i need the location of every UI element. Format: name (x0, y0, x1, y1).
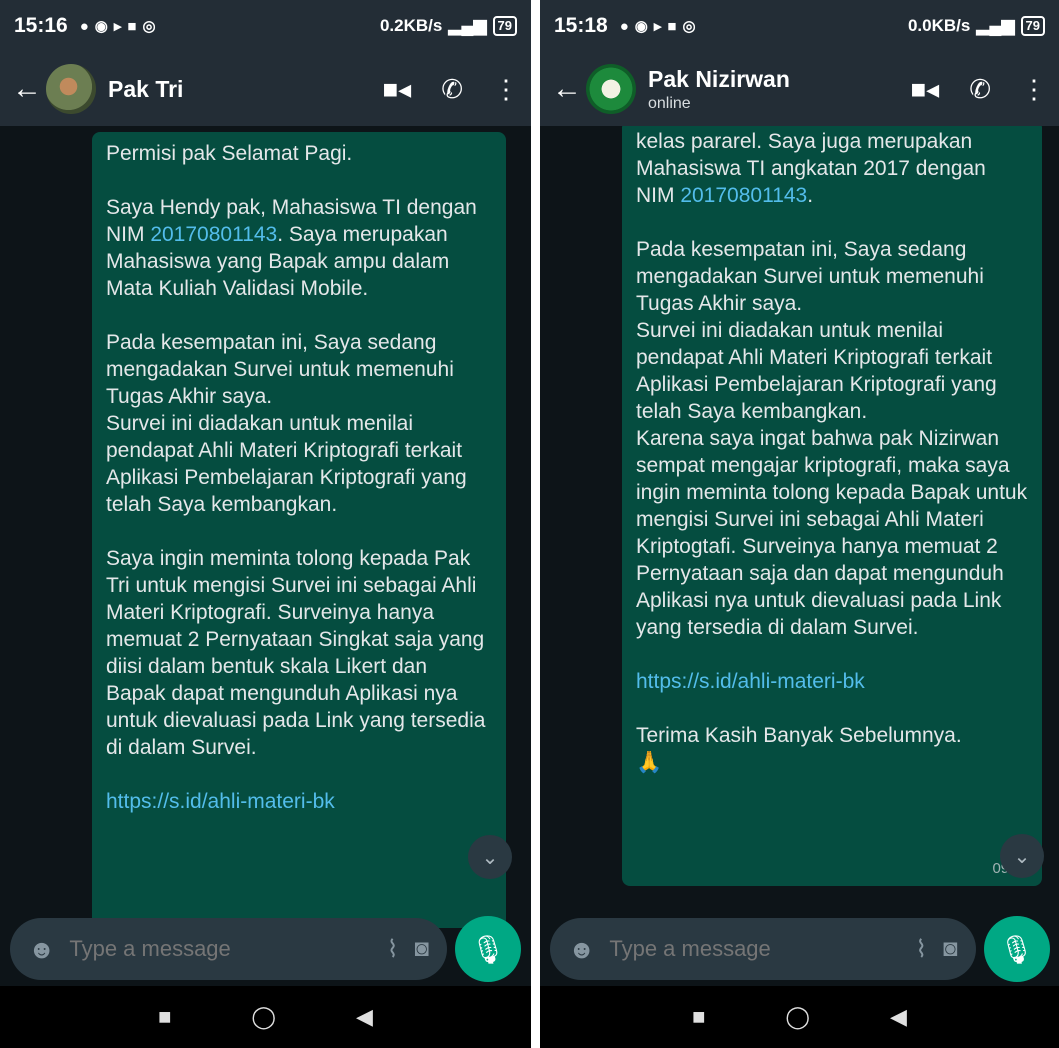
chat-header: ← Pak Nizirwan online ■◂ ✆ ⋮ (540, 52, 1059, 126)
notification-icon: ■ (127, 17, 137, 35)
phone-icon[interactable]: ✆ (969, 74, 991, 105)
message-input-box[interactable]: ☻ ⌇ ◙ (550, 918, 976, 980)
chat-header: ← Pak Tri ■◂ ✆ ⋮ (0, 52, 531, 126)
nim-link[interactable]: 20170801143 (680, 184, 807, 207)
status-bar: 15:18 ● ◉ ▸ ■ ◎ 0.0KB/s ▂▄▆ 79 (540, 0, 1059, 52)
paperclip-icon[interactable]: ⌇ (387, 935, 399, 964)
contact-info[interactable]: Pak Tri (108, 76, 183, 103)
avatar[interactable] (586, 64, 636, 114)
right-phone-screen: 15:18 ● ◉ ▸ ■ ◎ 0.0KB/s ▂▄▆ 79 ← Pak Niz… (540, 0, 1059, 1048)
contact-info[interactable]: Pak Nizirwan online (648, 66, 790, 113)
message-bubble[interactable]: Permisi pak Selamat Pagi. Saya Hendy pak… (92, 132, 506, 928)
back-nav-icon[interactable]: ◀ (356, 1004, 373, 1030)
folded-hands-emoji: 🙏 (636, 751, 663, 774)
nim-link[interactable]: 20170801143 (150, 223, 277, 246)
contact-name: Pak Tri (108, 75, 184, 102)
home-icon[interactable]: ◯ (785, 1004, 810, 1030)
microphone-icon[interactable]: 🎙 (455, 916, 521, 982)
avatar[interactable] (46, 64, 96, 114)
network-speed: 0.2KB/s (379, 16, 443, 35)
emoji-icon[interactable]: ☻ (568, 934, 595, 965)
chevron-double-down-icon[interactable]: ⌄ (468, 835, 512, 879)
signal-icon: ▂▄▆ (448, 16, 487, 35)
message-input[interactable] (67, 935, 371, 963)
chat-area[interactable]: kelas pararel. Saya juga merupakan Mahas… (540, 126, 1059, 928)
more-vert-icon[interactable]: ⋮ (1021, 74, 1047, 105)
video-camera-icon[interactable]: ■◂ (382, 74, 411, 105)
notification-icon: ● (79, 17, 89, 35)
status-bar: 15:16 ● ◉ ▸ ■ ◎ 0.2KB/s ▂▄▆ 79 (0, 0, 531, 52)
message-link[interactable]: https://s.id/ahli-materi-bk (106, 788, 492, 815)
home-icon[interactable]: ◯ (251, 1004, 276, 1030)
chat-area[interactable]: Permisi pak Selamat Pagi. Saya Hendy pak… (0, 126, 531, 928)
notification-icons: ● ◉ ▸ ■ ◎ (79, 17, 156, 36)
contact-name: Pak Nizirwan (648, 65, 790, 92)
message-paragraph: Saya ingin meminta tolong kepada Pak Tri… (106, 547, 486, 759)
battery-icon: 79 (492, 16, 517, 36)
message-input[interactable] (607, 935, 900, 963)
notification-icons: ● ◉ ▸ ■ ◎ (619, 17, 696, 36)
notification-icon: ◎ (142, 18, 156, 35)
notification-icon: ◉ (94, 18, 108, 35)
left-phone-screen: 15:16 ● ◉ ▸ ■ ◎ 0.2KB/s ▂▄▆ 79 ← Pak Tri… (0, 0, 531, 1048)
status-time: 15:16 (14, 14, 68, 37)
microphone-icon[interactable]: 🎙 (983, 916, 1050, 982)
message-paragraph: Pada kesempatan ini, Saya sedang mengada… (106, 331, 467, 516)
message-paragraph: Pada kesempatan ini, Saya sedang mengada… (636, 238, 1028, 639)
signal-icon: ▂▄▆ (976, 16, 1015, 35)
chevron-double-down-icon[interactable]: ⌄ (1000, 834, 1044, 878)
message-bubble[interactable]: kelas pararel. Saya juga merupakan Mahas… (622, 126, 1042, 886)
phone-icon[interactable]: ✆ (441, 74, 463, 105)
more-vert-icon[interactable]: ⋮ (493, 74, 519, 105)
arrow-left-icon[interactable]: ← (12, 72, 42, 106)
status-time: 15:18 (554, 14, 608, 37)
notification-icon: ◉ (634, 18, 648, 35)
message-paragraph: kelas pararel. Saya juga merupakan Mahas… (636, 130, 986, 207)
video-camera-icon[interactable]: ■◂ (910, 74, 939, 105)
android-nav-bar: ■ ◯ ◀ (0, 986, 531, 1048)
notification-icon: ▸ (653, 18, 662, 35)
android-nav-bar: ■ ◯ ◀ (540, 986, 1059, 1048)
contact-status: online (648, 94, 691, 112)
message-composer: ☻ ⌇ ◙ 🎙 (540, 912, 1059, 986)
camera-icon[interactable]: ◙ (415, 935, 430, 963)
network-speed: 0.0KB/s (907, 16, 971, 35)
message-link[interactable]: https://s.id/ahli-materi-bk (636, 668, 1028, 695)
arrow-left-icon[interactable]: ← (552, 72, 582, 106)
message-composer: ☻ ⌇ ◙ 🎙 (0, 912, 531, 986)
notification-icon: ▸ (113, 18, 122, 35)
battery-icon: 79 (1020, 16, 1045, 36)
message-paragraph: Permisi pak Selamat Pagi. (106, 142, 353, 165)
notification-icon: ◎ (682, 18, 696, 35)
camera-icon[interactable]: ◙ (943, 935, 958, 963)
notification-icon: ● (619, 17, 629, 35)
notification-icon: ■ (667, 17, 677, 35)
recents-icon[interactable]: ■ (158, 1004, 171, 1030)
recents-icon[interactable]: ■ (692, 1004, 705, 1030)
back-nav-icon[interactable]: ◀ (890, 1004, 907, 1030)
message-paragraph: Saya Hendy pak, Mahasiswa TI dengan NIM … (106, 196, 477, 300)
message-input-box[interactable]: ☻ ⌇ ◙ (10, 918, 447, 980)
emoji-icon[interactable]: ☻ (28, 934, 55, 965)
message-paragraph: Terima Kasih Banyak Sebelumnya. 🙏 (636, 724, 962, 774)
paperclip-icon[interactable]: ⌇ (915, 935, 927, 964)
